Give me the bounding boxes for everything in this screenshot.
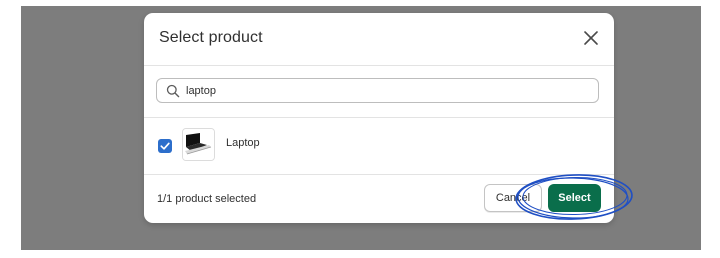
search-section — [144, 66, 614, 118]
dialog-header: Select product — [144, 13, 614, 66]
select-button[interactable]: Select — [548, 184, 601, 212]
close-button[interactable] — [581, 28, 601, 48]
search-icon — [166, 84, 180, 98]
select-product-dialog: Select product laptop Laptop 1/1 product… — [144, 13, 614, 223]
dialog-title: Select product — [159, 29, 263, 46]
product-label: Laptop — [226, 137, 260, 149]
product-checkbox[interactable] — [158, 139, 172, 153]
cancel-button[interactable]: Cancel — [484, 184, 542, 212]
search-field[interactable] — [156, 78, 599, 103]
checkmark-icon — [160, 142, 170, 150]
selection-count: 1/1 product selected — [157, 193, 257, 205]
product-list: Laptop — [144, 118, 614, 175]
dialog-footer: 1/1 product selected Cancel Select — [144, 175, 614, 223]
search-input[interactable] — [186, 81, 586, 100]
laptop-thumbnail-icon — [183, 129, 214, 160]
screen: Select product laptop Laptop 1/1 product… — [0, 0, 720, 258]
product-thumbnail — [182, 128, 215, 161]
close-icon — [584, 31, 598, 45]
